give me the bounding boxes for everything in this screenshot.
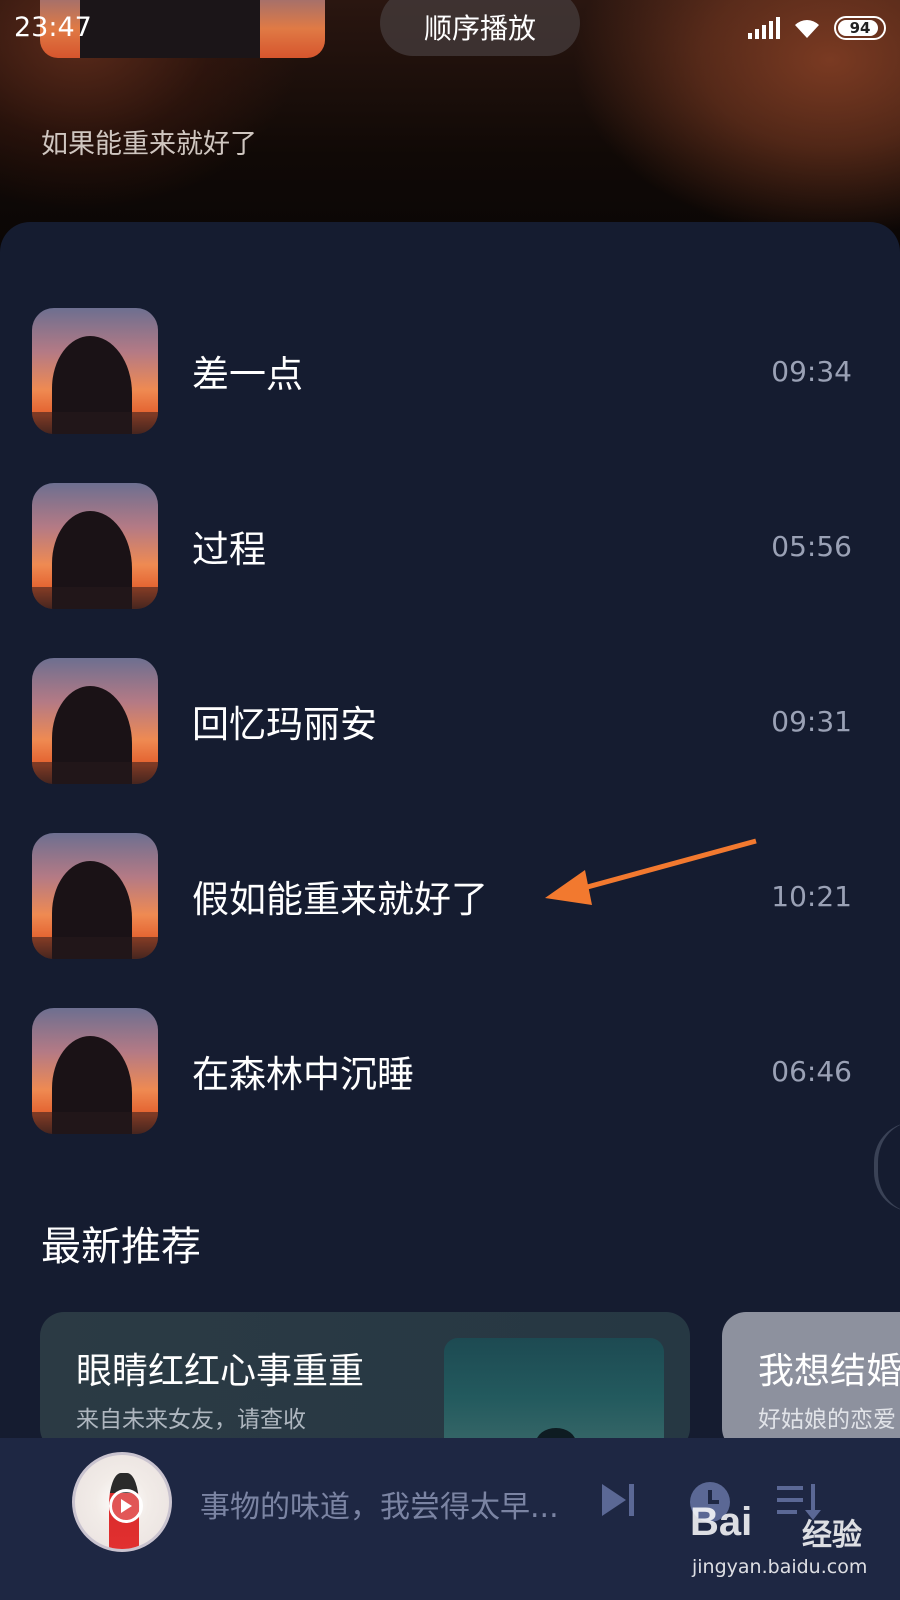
recommend-card-image [444,1338,664,1452]
song-duration: 05:56 [771,529,852,563]
song-cover [32,658,158,784]
play-icon[interactable] [109,1489,143,1523]
song-duration: 06:46 [771,1054,852,1088]
watermark-logo: Bai [690,1500,753,1544]
song-row[interactable]: 过程 05:56 [32,483,852,609]
watermark-jingyan: 经验 [802,1518,862,1553]
song-title: 回忆玛丽安 [192,703,377,746]
player-album-art[interactable] [72,1452,172,1552]
current-lyric: 如果能重来就好了 [41,129,257,160]
song-row[interactable]: 回忆玛丽安 09:31 [32,658,852,784]
song-title: 在森林中沉睡 [192,1053,414,1096]
song-title: 假如能重来就好了 [192,878,488,921]
song-duration: 10:21 [771,879,852,913]
play-mode-button[interactable]: 顺序播放 [380,0,580,56]
song-cover [32,833,158,959]
song-title: 差一点 [192,353,303,396]
song-cover [32,308,158,434]
song-duration: 09:34 [771,354,852,388]
song-row[interactable]: 假如能重来就好了 10:21 [32,833,852,959]
recommend-card[interactable]: 我想结婚 好姑娘的恋爱 [722,1312,900,1452]
recommend-card-title: 眼睛红红心事重重 [76,1351,365,1392]
song-duration: 09:31 [771,704,852,738]
next-icon[interactable] [598,1480,638,1520]
battery-icon: 94 [834,16,886,40]
song-row[interactable]: 差一点 09:34 [32,308,852,434]
baidu-watermark: Bai 经验 jingyan.baidu.com [690,1500,890,1590]
recommend-card-subtitle: 好姑娘的恋爱 [758,1407,896,1433]
song-cover [32,1008,158,1134]
recommend-card[interactable]: 眼睛红红心事重重 来自未来女友，请查收 [40,1312,690,1452]
recommend-card-subtitle: 来自未来女友，请查收 [76,1407,306,1433]
song-row[interactable]: 在森林中沉睡 06:46 [32,1008,852,1134]
status-time: 23:47 [14,12,92,43]
now-playing-text: 事物的味道，我尝得太早... [200,1490,559,1525]
recommend-title: 最新推荐 [41,1224,201,1270]
song-cover [32,483,158,609]
song-title: 过程 [192,528,266,571]
wifi-icon [795,20,819,38]
watermark-url: jingyan.baidu.com [692,1556,868,1578]
recommend-card-title: 我想结婚 [758,1351,900,1392]
signal-icon [748,17,780,39]
status-icons: 94 [748,16,886,40]
